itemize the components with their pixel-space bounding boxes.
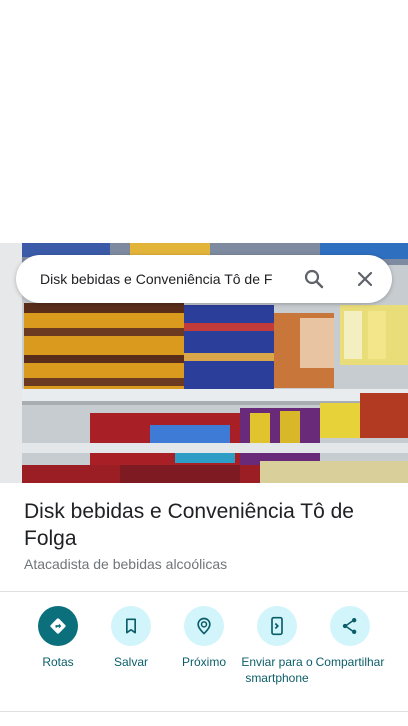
share-icon [330, 606, 370, 646]
divider [0, 711, 408, 712]
search-icon[interactable] [302, 267, 326, 291]
directions-icon [38, 606, 78, 646]
nearby-label: Próximo [181, 655, 226, 669]
place-category: Atacadista de bebidas alcoólicas [24, 556, 228, 572]
close-icon[interactable] [353, 267, 377, 291]
action-bar: Rotas Salvar Próximo Enviar para o smart… [0, 605, 408, 715]
nearby-icon [184, 606, 224, 646]
place-title: Disk bebidas e Conveniência Tô de Folga [24, 500, 354, 550]
save-button[interactable]: Salvar [93, 605, 169, 670]
map-area[interactable] [0, 0, 408, 243]
send-to-phone-label: Enviar para o smartphone [241, 655, 313, 685]
search-bar[interactable]: Disk bebidas e Conveniência Tô de F [16, 255, 392, 303]
send-to-phone-icon [257, 606, 297, 646]
bookmark-icon [111, 606, 151, 646]
share-button[interactable]: Compartilhar [312, 605, 388, 670]
divider [0, 591, 408, 592]
send-to-phone-button[interactable]: Enviar para o smartphone [239, 605, 315, 686]
nearby-button[interactable]: Próximo [166, 605, 242, 670]
directions-button[interactable]: Rotas [20, 605, 96, 670]
directions-label: Rotas [42, 655, 74, 669]
share-label: Compartilhar [315, 655, 385, 669]
save-label: Salvar [113, 655, 148, 669]
search-input[interactable]: Disk bebidas e Conveniência Tô de F [40, 271, 288, 287]
place-info: Disk bebidas e Conveniência Tô de Folga … [24, 498, 384, 572]
